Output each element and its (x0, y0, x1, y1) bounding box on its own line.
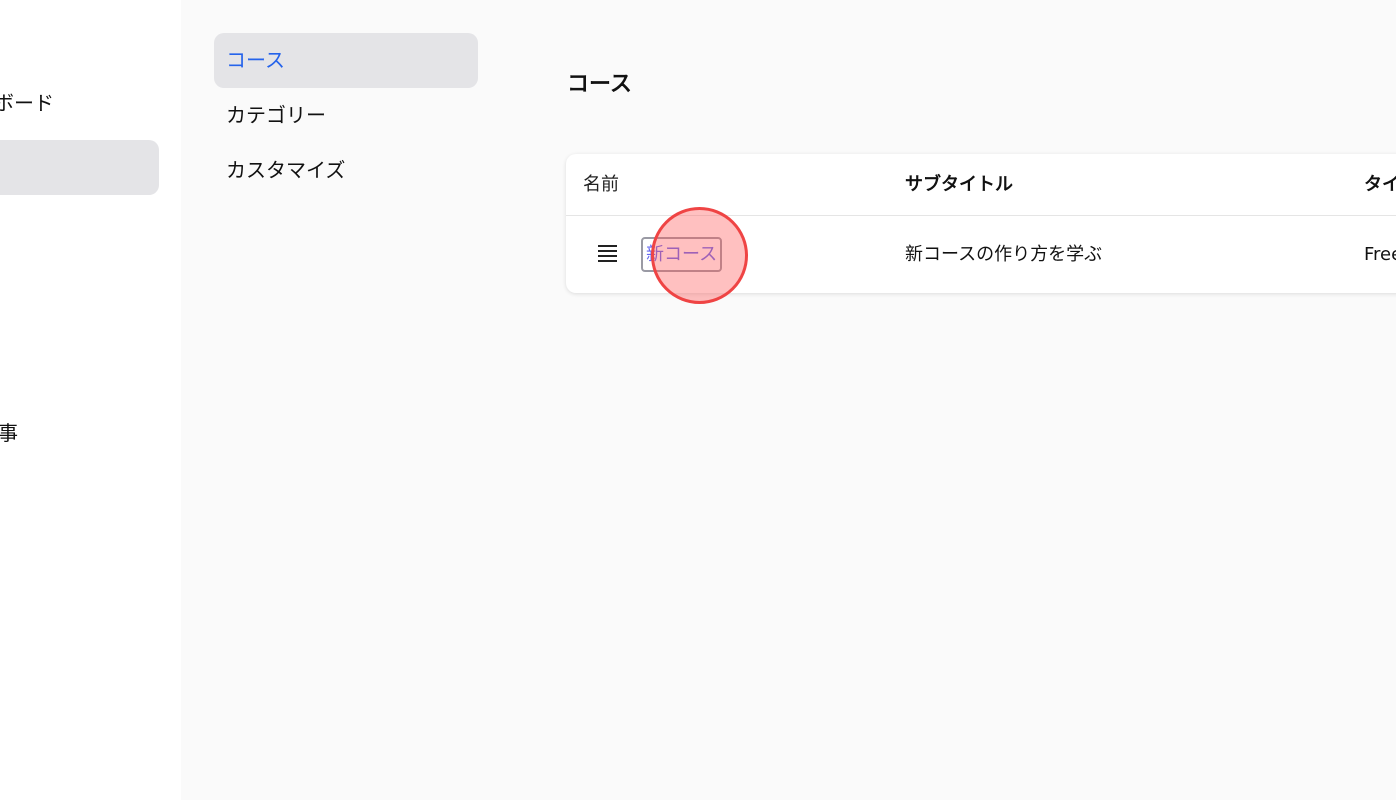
main-sidebar: ʻ ボード 事 (0, 0, 181, 800)
page-title: コース (567, 72, 632, 97)
subnav-item-customize[interactable]: カスタマイズ (214, 143, 478, 198)
table-row: 新コース 新コースの作り方を学ぶ Free (566, 216, 1396, 293)
course-name-link[interactable]: 新コース (641, 237, 723, 272)
sidebar-item-active[interactable] (0, 140, 159, 195)
sidebar-item-dashboard[interactable]: ボード (0, 87, 54, 116)
app-window: ʻ ボード 事 コース カテゴリー カスタマイズ コース 名前 サブタイトル タ… (0, 0, 1396, 800)
course-subtitle-cell: 新コースの作り方を学ぶ (905, 244, 1103, 265)
subnav-item-categories[interactable]: カテゴリー (214, 88, 478, 143)
course-type-cell: Free (1364, 244, 1396, 265)
column-header-type: タイ (1364, 174, 1396, 195)
table-header: 名前 サブタイトル タイ (566, 154, 1396, 216)
sidebar-item-articles[interactable]: 事 (0, 417, 18, 446)
column-header-name[interactable]: 名前 (583, 154, 619, 215)
subnav-item-courses[interactable]: コース (214, 33, 478, 88)
drag-handle-icon[interactable] (598, 245, 618, 262)
column-header-subtitle: サブタイトル (905, 174, 1013, 195)
sub-navigation: コース カテゴリー カスタマイズ (214, 33, 478, 198)
courses-table: 名前 サブタイトル タイ 新コース 新コースの作り方を学ぶ Free (566, 154, 1396, 293)
